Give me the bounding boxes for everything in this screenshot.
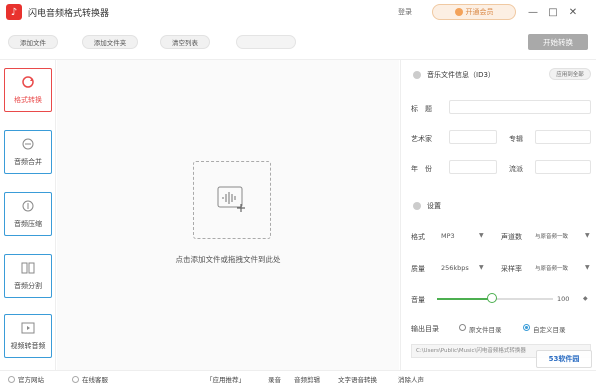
- maximize-icon[interactable]: □: [546, 5, 560, 19]
- title-label: 标 题: [411, 105, 432, 113]
- video-icon: [20, 321, 36, 335]
- vip-label: 开通会员: [465, 8, 494, 16]
- album-field[interactable]: [535, 130, 591, 144]
- settings-title: 设置: [427, 202, 441, 210]
- samplerate-value: 与原音频一致: [535, 266, 569, 272]
- sidebar-item-audio-compress[interactable]: 音频压缩: [4, 192, 52, 236]
- sidebar-item-format-convert[interactable]: 格式转换: [4, 68, 52, 112]
- text-to-speech-link[interactable]: 文字语音转换: [338, 374, 377, 384]
- id3-title: 音乐文件信息（ID3）: [427, 71, 495, 79]
- close-icon[interactable]: ✕: [566, 5, 580, 19]
- refresh-icon: [20, 75, 36, 89]
- chevron-down-icon: ▼: [479, 264, 484, 271]
- genre-field[interactable]: [535, 160, 591, 174]
- toolbar: 添加文件 添加文件夹 清空列表 开始转换: [0, 24, 596, 60]
- quality-label: 质量: [411, 265, 425, 273]
- sidebar-item-label: 音频压缩: [14, 220, 42, 228]
- clear-list-button[interactable]: 清空列表: [160, 35, 210, 49]
- official-site-label: 官方网站: [18, 376, 44, 384]
- chevron-down-icon: ▼: [585, 264, 590, 271]
- radio-icon: [459, 324, 466, 331]
- online-service-label: 在线客服: [82, 376, 108, 384]
- home-icon: [8, 375, 15, 383]
- format-value: MP3: [441, 232, 455, 240]
- radio-label: 原文件目录: [469, 326, 502, 334]
- volume-slider-fill: [437, 298, 492, 300]
- id3-section-header[interactable]: 音乐文件信息（ID3）: [413, 70, 495, 80]
- radio-icon: [523, 324, 530, 331]
- merge-icon: [20, 137, 36, 151]
- collapse-toggle-icon[interactable]: [413, 202, 421, 210]
- crown-icon: [454, 8, 463, 16]
- app-title: 闪电音频格式转换器: [28, 8, 110, 19]
- chevron-down-icon: ▼: [585, 232, 590, 239]
- collapse-toggle-icon[interactable]: [413, 71, 421, 79]
- album-label: 专辑: [509, 135, 523, 143]
- online-service-link[interactable]: 在线客服: [72, 374, 108, 384]
- login-link[interactable]: 登录: [398, 7, 412, 17]
- compress-icon: [20, 199, 36, 213]
- samplerate-label: 采样率: [501, 265, 522, 273]
- volume-value: 100: [557, 295, 570, 303]
- stepper-icon[interactable]: ◆: [583, 295, 588, 302]
- channels-value: 与原音频一致: [535, 234, 569, 240]
- start-convert-button[interactable]: 开始转换: [528, 34, 588, 50]
- audio-add-icon: [217, 186, 247, 214]
- sidebar-item-label: 音频合并: [14, 158, 42, 166]
- artist-label: 艺术家: [411, 135, 432, 143]
- record-link[interactable]: 录音: [268, 374, 281, 384]
- sidebar: 格式转换 音频合并 音频压缩 音频分割 视频转音频: [0, 60, 56, 370]
- sidebar-item-audio-split[interactable]: 音频分割: [4, 254, 52, 298]
- title-field[interactable]: [449, 100, 591, 114]
- chat-icon: [72, 375, 79, 383]
- output-dir-label: 输出目录: [411, 325, 439, 333]
- sidebar-item-label: 音频分割: [14, 282, 42, 290]
- settings-panel: 音乐文件信息（ID3） 应用到全部 标 题 艺术家 专辑 年 份 流派 设置 格…: [400, 60, 596, 370]
- sidebar-item-video-to-audio[interactable]: 视频转音频: [4, 314, 52, 358]
- drop-hint-text: 点击添加文件或拖拽文件到此处: [175, 255, 281, 264]
- vocal-remove-link[interactable]: 消除人声: [398, 374, 424, 384]
- volume-label: 音量: [411, 296, 425, 304]
- minimize-icon[interactable]: —: [526, 5, 540, 19]
- bottom-bar: 官方网站 在线客服 「应用推荐」 录音 音频剪辑 文字语音转换 消除人声: [0, 370, 596, 386]
- apply-all-button[interactable]: 应用到全部: [549, 68, 591, 80]
- radio-label: 自定义目录: [533, 326, 566, 334]
- year-label: 年 份: [411, 165, 432, 173]
- channels-label: 声道数: [501, 233, 522, 241]
- artist-field[interactable]: [449, 130, 497, 144]
- chevron-down-icon: ▼: [479, 232, 484, 239]
- quality-value: 256kbps: [441, 264, 469, 272]
- settings-section-header[interactable]: 设置: [413, 201, 441, 211]
- app-recommend-label: 「应用推荐」: [206, 376, 245, 384]
- file-drop-area[interactable]: 点击添加文件或拖拽文件到此处: [57, 60, 399, 370]
- add-folder-button[interactable]: 添加文件夹: [82, 35, 138, 49]
- add-file-button[interactable]: 添加文件: [8, 35, 58, 49]
- site-watermark: 53软件园: [536, 350, 592, 368]
- sidebar-item-label: 格式转换: [14, 96, 42, 104]
- toolbar-search-input[interactable]: [236, 35, 296, 49]
- format-label: 格式: [411, 233, 425, 241]
- title-bar: ♪ 闪电音频格式转换器 登录 开通会员 — □ ✕: [0, 0, 596, 24]
- audio-edit-link[interactable]: 音频剪辑: [294, 374, 320, 384]
- vip-button[interactable]: 开通会员: [432, 4, 516, 20]
- sidebar-item-label: 视频转音频: [10, 342, 46, 350]
- add-file-dropzone[interactable]: [193, 161, 271, 239]
- official-site-link[interactable]: 官方网站: [8, 374, 44, 384]
- sidebar-item-audio-merge[interactable]: 音频合并: [4, 130, 52, 174]
- genre-label: 流派: [509, 165, 523, 173]
- app-logo-icon: ♪: [6, 4, 22, 20]
- volume-slider-handle[interactable]: [486, 293, 497, 303]
- split-icon: [20, 261, 36, 275]
- year-field[interactable]: [449, 160, 497, 174]
